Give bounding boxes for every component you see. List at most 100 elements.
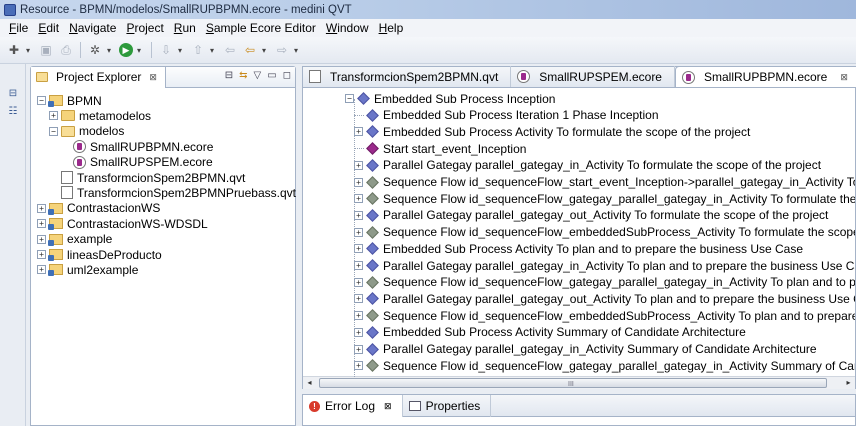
tree-item[interactable]: + Parallel Gategay parallel_gategay_out_A… <box>354 207 828 224</box>
link-with-editor-icon[interactable]: ⇆ <box>239 70 247 81</box>
expand-icon[interactable]: + <box>37 203 46 213</box>
hierarchy-icon[interactable]: ☷ <box>7 106 19 118</box>
close-icon[interactable]: ⊠ <box>840 72 848 83</box>
forward-icon[interactable]: ⇨ <box>274 42 290 58</box>
expand-icon[interactable]: + <box>37 265 46 275</box>
tree-item[interactable]: − modelos <box>49 124 124 139</box>
tree-item[interactable]: SmallRUPBPMN.ecore <box>61 139 213 154</box>
tree-item[interactable]: TransformcionSpem2BPMNPruebass.qvt <box>49 185 296 200</box>
expand-icon[interactable]: + <box>37 234 46 244</box>
expand-icon[interactable]: + <box>354 311 363 321</box>
tree-item[interactable]: + Embedded Sub Process Activity To plan a… <box>354 240 803 257</box>
editor-tab[interactable]: SmallRUPBPMN.ecore ⊠ <box>674 66 856 87</box>
close-icon[interactable]: ⊠ <box>149 72 157 83</box>
run-icon[interactable]: ▶ <box>119 43 133 57</box>
expand-icon[interactable]: + <box>354 294 363 304</box>
tree-item[interactable]: + Embedded Sub Process Activity To formul… <box>354 123 750 140</box>
chevron-down-icon[interactable]: ▾ <box>107 46 115 55</box>
editor-tab[interactable]: TransformcionSpem2BPMN.qvt <box>303 66 512 87</box>
expand-icon[interactable]: + <box>354 361 363 371</box>
scroll-left-icon[interactable]: ◂ <box>303 377 316 389</box>
scroll-right-icon[interactable]: ▸ <box>842 377 855 389</box>
scrollbar-thumb[interactable]: III <box>319 378 827 388</box>
tree-item[interactable]: − Embedded Sub Process Inception <box>345 90 555 107</box>
tree-item[interactable]: + Sequence Flow id_sequenceFlow_embeddedS… <box>354 224 855 241</box>
tree-item[interactable]: + Sequence Flow id_sequenceFlow_embeddedS… <box>354 307 855 324</box>
tab-project-explorer[interactable]: Project Explorer ⊠ <box>31 66 166 88</box>
back-history-icon[interactable]: ⇦ <box>242 42 258 58</box>
tree-item[interactable]: SmallRUPSPEM.ecore <box>61 155 213 170</box>
tree-item[interactable]: + ContrastacionWS-WDSDL <box>37 216 208 231</box>
bottom-panel: ! Error Log ⊠ Properties <box>302 394 856 426</box>
restore-icon[interactable]: ⊟ <box>7 88 19 100</box>
menu-item-project[interactable]: Project <box>121 21 168 35</box>
expand-icon[interactable]: + <box>354 210 363 220</box>
expand-icon[interactable]: + <box>354 127 363 137</box>
expand-icon[interactable]: + <box>354 194 363 204</box>
collapse-icon[interactable]: − <box>49 126 58 136</box>
tree-item[interactable]: Start start_event_Inception <box>354 140 526 157</box>
tree-item[interactable]: + uml2example <box>37 262 138 277</box>
tree-item[interactable]: + ContrastacionWS <box>37 201 160 216</box>
chevron-down-icon[interactable]: ▾ <box>137 46 145 55</box>
ecore-tree-editor[interactable]: − Embedded Sub Process Inception Embedded … <box>303 89 855 389</box>
collapse-icon[interactable]: − <box>37 96 46 105</box>
tree-item[interactable]: + Parallel Gategay parallel_gategay_in_Ac… <box>354 257 855 274</box>
tab-error-log[interactable]: ! Error Log ⊠ <box>303 395 403 417</box>
close-icon[interactable]: ⊠ <box>384 401 392 412</box>
expand-icon[interactable]: + <box>354 177 363 187</box>
tree-item[interactable]: TransformcionSpem2BPMN.qvt <box>49 170 245 185</box>
menu-item-sample-ecore-editor[interactable]: Sample Ecore Editor <box>201 21 321 35</box>
tree-item[interactable]: + Parallel Gategay parallel_gategay_out_A… <box>354 290 855 307</box>
expand-icon[interactable]: + <box>354 277 363 287</box>
expand-icon[interactable]: + <box>354 244 363 254</box>
sequence-flow-icon <box>366 192 379 206</box>
menu-item-run[interactable]: Run <box>169 21 201 35</box>
collapse-icon[interactable]: − <box>345 94 354 103</box>
menu-item-edit[interactable]: Edit <box>33 21 64 35</box>
menu-item-navigate[interactable]: Navigate <box>64 21 121 35</box>
tree-item[interactable]: + example <box>37 232 112 247</box>
expand-icon[interactable]: + <box>37 250 46 259</box>
expand-icon[interactable]: + <box>354 344 363 354</box>
menu-item-window[interactable]: Window <box>321 21 374 35</box>
tree-item[interactable]: − BPMN <box>37 93 102 108</box>
view-menu-icon[interactable]: ▽ <box>254 70 262 81</box>
print-icon[interactable]: ⎙ <box>58 42 74 58</box>
chevron-down-icon[interactable]: ▾ <box>210 46 218 55</box>
new-icon[interactable]: ✚ <box>6 42 22 58</box>
tree-item[interactable]: + metamodelos <box>49 108 151 123</box>
expand-icon[interactable]: + <box>49 111 58 121</box>
tree-item[interactable]: + Sequence Flow id_sequenceFlow_gategay_p… <box>354 274 855 291</box>
expand-icon[interactable]: + <box>37 219 46 229</box>
expand-icon[interactable]: + <box>354 227 363 237</box>
tree-item[interactable]: Embedded Sub Process Iteration 1 Phase I… <box>354 107 659 124</box>
debug-icon[interactable]: ✲ <box>87 42 103 58</box>
tab-properties[interactable]: Properties <box>403 395 492 417</box>
tree-item[interactable]: + Sequence Flow id_sequenceFlow_gategay_p… <box>354 357 855 374</box>
tree-item[interactable]: + Embedded Sub Process Activity Summary o… <box>354 324 746 341</box>
maximize-icon[interactable]: ◻ <box>283 70 291 81</box>
expand-icon[interactable]: + <box>354 160 363 170</box>
tree-item[interactable]: + lineasDeProducto <box>37 247 162 262</box>
menu-item-help[interactable]: Help <box>374 21 409 35</box>
tree-item[interactable]: + Sequence Flow id_sequenceFlow_gategay_p… <box>354 190 855 207</box>
menu-item-file[interactable]: File <box>4 21 33 35</box>
chevron-down-icon[interactable]: ▾ <box>178 46 186 55</box>
chevron-down-icon[interactable]: ▾ <box>294 46 302 55</box>
back-icon[interactable]: ⇦ <box>222 42 238 58</box>
expand-icon[interactable]: + <box>354 261 363 270</box>
chevron-down-icon[interactable]: ▾ <box>262 46 270 55</box>
collapse-all-icon[interactable]: ⊟ <box>225 70 233 81</box>
horizontal-scrollbar[interactable]: ◂ III ▸ <box>303 376 855 389</box>
editor-tab[interactable]: SmallRUPSPEM.ecore <box>511 66 675 87</box>
tree-item[interactable]: + Parallel Gategay parallel_gategay_in_Ac… <box>354 341 817 358</box>
prev-annotation-icon[interactable]: ⇧ <box>190 42 206 58</box>
expand-icon[interactable]: + <box>354 327 363 337</box>
tree-item[interactable]: + Parallel Gategay parallel_gategay_in_Ac… <box>354 157 821 174</box>
chevron-down-icon[interactable]: ▾ <box>26 46 34 55</box>
minimize-icon[interactable]: ▭ <box>267 70 276 81</box>
next-annotation-icon[interactable]: ⇩ <box>158 42 174 58</box>
save-icon[interactable]: ▣ <box>38 42 54 58</box>
tree-item[interactable]: + Sequence Flow id_sequenceFlow_start_eve… <box>354 174 855 191</box>
